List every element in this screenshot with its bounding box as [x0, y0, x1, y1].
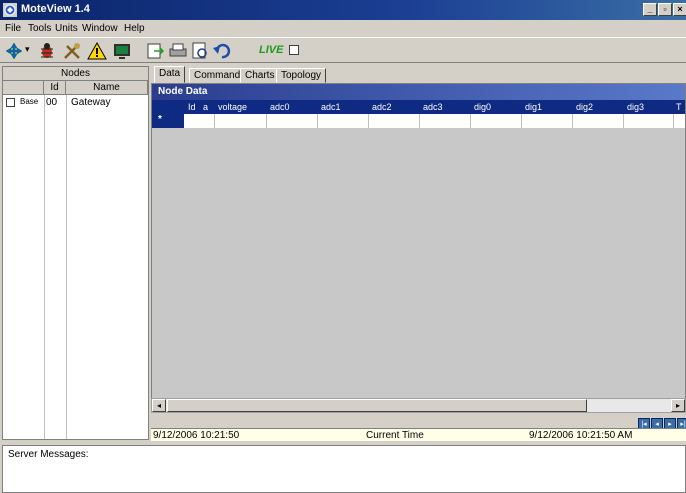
cell-divider [419, 114, 420, 128]
column-divider [44, 95, 45, 439]
close-button[interactable]: × [673, 3, 686, 16]
monitor-icon[interactable] [112, 41, 132, 61]
tab-data[interactable]: Data [154, 66, 186, 83]
scroll-right-button[interactable]: ▸ [671, 399, 685, 412]
moteview-app-icon [3, 3, 17, 17]
id-column-header[interactable]: Id [44, 81, 66, 95]
name-column-header[interactable]: Name [66, 81, 148, 95]
menu-help[interactable]: Help [124, 23, 145, 34]
live-label: LIVE [259, 44, 284, 56]
start-time: 9/12/2006 10:21:50 [153, 430, 240, 441]
maximize-button[interactable]: ▫ [658, 3, 672, 16]
col-dig2[interactable]: dig2 [576, 102, 593, 112]
current-time-label: Current Time [366, 430, 424, 441]
menu-units[interactable]: Units [55, 23, 78, 34]
undo-icon[interactable] [212, 41, 232, 61]
tab-topology[interactable]: Topology [276, 68, 327, 83]
node-name: Gateway [71, 97, 111, 108]
menu-file[interactable]: File [5, 23, 21, 34]
cell-divider [368, 114, 369, 128]
minimize-button[interactable]: _ [643, 3, 657, 16]
current-time-value: 9/12/2006 10:21:50 AM [529, 430, 633, 441]
warning-icon[interactable] [87, 41, 107, 61]
row-selector[interactable]: * [152, 114, 184, 128]
toolbar: ▾ LIVE [0, 37, 686, 63]
node-id: 00 [46, 97, 58, 108]
cell-divider [521, 114, 522, 128]
grid-column-headers: Id a voltage adc0 adc1 adc2 adc3 dig0 di… [152, 100, 685, 114]
tab-command[interactable]: Command [189, 68, 246, 83]
scroll-thumb[interactable] [167, 399, 587, 412]
cell-divider [317, 114, 318, 128]
live-checkbox[interactable] [289, 45, 299, 55]
cell-divider [623, 114, 624, 128]
cell-divider [470, 114, 471, 128]
menu-window[interactable]: Window [82, 23, 118, 34]
time-status-bar: 9/12/2006 10:21:50 Current Time 9/12/200… [151, 428, 686, 441]
col-adc2[interactable]: adc2 [372, 102, 392, 112]
export-icon[interactable] [145, 41, 165, 61]
col-t[interactable]: T [676, 102, 682, 112]
col-dig0[interactable]: dig0 [474, 102, 491, 112]
cell-divider [266, 114, 267, 128]
col-voltage[interactable]: voltage [218, 102, 247, 112]
col-dig1[interactable]: dig1 [525, 102, 542, 112]
tools-icon[interactable] [62, 41, 82, 61]
node-row[interactable]: Base 00 Gateway [3, 96, 148, 110]
cell-divider [214, 114, 215, 128]
nodes-panel: Nodes Id Name Base 00 Gateway [2, 66, 149, 440]
print-icon[interactable] [168, 41, 188, 61]
navigate-icon[interactable] [4, 41, 24, 61]
title-bar: MoteView 1.4 _ ▫ × [0, 0, 686, 20]
base-station-icon: Base [20, 97, 39, 106]
cell-divider [673, 114, 674, 128]
server-messages-label: Server Messages: [8, 449, 89, 460]
new-row[interactable]: * [152, 114, 685, 128]
menu-tools[interactable]: Tools [28, 23, 51, 34]
dropdown-arrow-icon[interactable]: ▾ [25, 44, 30, 55]
cell-divider [572, 114, 573, 128]
bug-icon[interactable] [37, 41, 57, 61]
node-checkbox[interactable] [6, 98, 15, 107]
col-dig3[interactable]: dig3 [627, 102, 644, 112]
col-id[interactable]: Id [188, 102, 196, 112]
col-adc1[interactable]: adc1 [321, 102, 341, 112]
print-preview-icon[interactable] [190, 41, 210, 61]
node-data-grid: Node Data Id a voltage adc0 adc1 adc2 ad… [151, 83, 686, 413]
nodes-panel-title: Nodes [3, 67, 148, 81]
col-adc3[interactable]: adc3 [423, 102, 443, 112]
menu-bar: File Tools Units Window Help [0, 20, 686, 37]
col-a[interactable]: a [203, 102, 208, 112]
column-divider [66, 95, 67, 439]
window-title: MoteView 1.4 [21, 3, 90, 15]
scroll-left-button[interactable]: ◂ [152, 399, 166, 412]
grid-horizontal-scrollbar[interactable]: ◂ ▸ [151, 398, 686, 413]
col-adc0[interactable]: adc0 [270, 102, 290, 112]
select-column-header[interactable] [3, 81, 44, 95]
server-messages-panel[interactable]: Server Messages: [2, 445, 686, 493]
grid-caption: Node Data [152, 84, 685, 100]
tab-charts[interactable]: Charts [240, 68, 280, 83]
